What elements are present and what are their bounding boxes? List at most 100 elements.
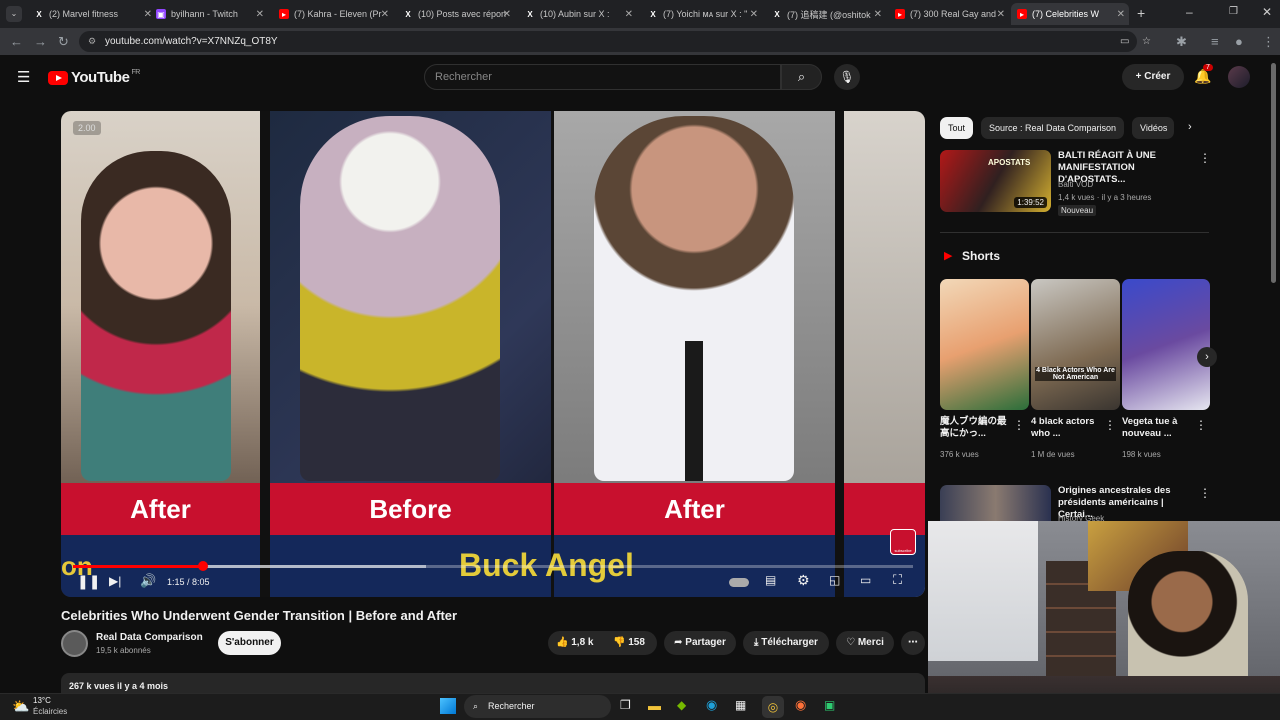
short-title[interactable]: 4 black actors who ...	[1031, 416, 1103, 440]
progress-scrubber[interactable]	[198, 561, 209, 571]
profile-avatar-icon[interactable]: ●	[1235, 34, 1243, 49]
firefox-icon[interactable]: ◉	[795, 697, 806, 713]
browser-tab[interactable]: X (2) Marvel fitness ✕	[28, 3, 156, 25]
short-title[interactable]: Vegeta tue à nouveau ...	[1122, 416, 1194, 440]
browser-tab[interactable]: ▣ byilhann - Twitch ✕	[150, 3, 268, 25]
browser-tab[interactable]: X (10) Aubin sur X : ✕	[519, 3, 637, 25]
autoplay-toggle[interactable]	[729, 578, 749, 587]
more-options-icon[interactable]: ⋮	[1013, 418, 1025, 432]
more-actions-button[interactable]: ⋯	[901, 631, 925, 655]
close-window-button[interactable]: ✕	[1262, 5, 1272, 19]
extensions-icon[interactable]: ✱	[1176, 34, 1187, 50]
search-input[interactable]: Rechercher	[424, 64, 781, 90]
more-options-icon[interactable]: ⋮	[1199, 486, 1211, 500]
next-button[interactable]: ▶|	[109, 574, 121, 588]
search-button[interactable]: ⌕	[781, 64, 822, 90]
tab-close-icon[interactable]: ✕	[503, 9, 511, 20]
minimize-button[interactable]: –	[1186, 5, 1193, 19]
region-code: FR	[131, 69, 140, 76]
tab-close-icon[interactable]: ✕	[1117, 9, 1125, 20]
browser-menu-icon[interactable]: ⋮	[1262, 34, 1275, 50]
back-button[interactable]: ←	[10, 34, 23, 49]
channel-name[interactable]: Real Data Comparison	[96, 632, 203, 643]
bookmark-star-icon[interactable]: ☆	[1142, 31, 1151, 52]
short-thumbnail-1[interactable]	[940, 279, 1029, 410]
chip-videos[interactable]: Vidéos	[1132, 117, 1174, 139]
subscribe-watermark[interactable]: subscribe	[890, 529, 916, 555]
start-windows-icon[interactable]	[440, 698, 456, 714]
tab-search-button[interactable]: ⌄	[6, 6, 22, 22]
theater-mode-icon[interactable]: ▭	[860, 573, 871, 587]
browser-tab[interactable]: X (7) 追稿建 (@oshitok ✕	[766, 3, 886, 25]
short-thumbnail-2[interactable]: 4 Black Actors Who Are Not American	[1031, 279, 1120, 410]
reload-button[interactable]: ↻	[58, 34, 69, 50]
site-info-icon[interactable]: ⚙	[88, 31, 96, 52]
subscribe-button[interactable]: S'abonner	[218, 631, 281, 655]
voice-search-button[interactable]: 🎙	[834, 64, 860, 90]
progress-bar[interactable]	[73, 561, 913, 571]
more-options-icon[interactable]: ⋮	[1104, 418, 1116, 432]
create-button[interactable]: + Créer	[1122, 64, 1184, 90]
store-icon[interactable]: ▦	[735, 698, 746, 712]
fullscreen-icon[interactable]: ⛶	[893, 572, 902, 588]
tab-close-icon[interactable]: ✕	[997, 9, 1005, 20]
browser-tab[interactable]: ▸ (7) Celebrities W ✕	[1011, 3, 1129, 25]
nvidia-icon[interactable]: ◆	[677, 698, 686, 712]
download-button[interactable]: ⤓ Télécharger	[743, 631, 829, 655]
taskbar-search[interactable]: ⌕ Rechercher	[464, 695, 611, 718]
share-button[interactable]: ➦ Partager	[664, 631, 736, 655]
browser-tab[interactable]: X (10) Posts avec répon ✕	[397, 3, 515, 25]
player-controls: ❚❚ ▶| 🔊 1:15 / 8:05 ▤ ⚙ ◱ ▭ ⛶	[61, 556, 925, 597]
chip-source[interactable]: Source : Real Data Comparison	[981, 117, 1125, 139]
logo-text: YouTube	[71, 69, 130, 86]
settings-gear-icon[interactable]: ⚙	[797, 572, 810, 589]
miniplayer-icon[interactable]: ◱	[829, 573, 840, 587]
task-view-icon[interactable]: ❐	[620, 698, 631, 712]
weather-icon[interactable]: ⛅	[12, 698, 29, 715]
file-explorer-icon[interactable]: ▬	[648, 698, 661, 713]
related-thumbnail[interactable]: APOSTATS 1:39:52	[940, 150, 1051, 212]
chips-next-icon[interactable]: ›	[1188, 121, 1192, 133]
account-avatar[interactable]	[1228, 66, 1250, 88]
dislike-button[interactable]: 👎 158	[613, 637, 645, 648]
subtitles-icon[interactable]: ▤	[765, 573, 776, 587]
address-bar[interactable]: ⚙ youtube.com/watch?v=X7NNZq_OT8Y ▭ ☆	[79, 31, 1151, 52]
thanks-button[interactable]: ♡ Merci	[836, 631, 894, 655]
tab-close-icon[interactable]: ✕	[256, 9, 264, 20]
short-title[interactable]: 魔人ブウ編の最高にかっ...	[940, 416, 1012, 440]
duration-badge: 1:39:52	[1014, 197, 1047, 208]
hamburger-menu-icon[interactable]: ☰	[17, 68, 30, 86]
thanks-heart-icon: ♡	[846, 637, 858, 648]
edge-icon[interactable]: ◉	[706, 697, 717, 713]
chip-all[interactable]: Tout	[940, 117, 974, 139]
forward-button[interactable]: →	[34, 34, 47, 49]
notifications-button[interactable]: 🔔 7	[1194, 64, 1213, 85]
youtube-logo[interactable]: YouTube FR	[48, 69, 140, 86]
more-options-icon[interactable]: ⋮	[1199, 151, 1211, 165]
tab-close-icon[interactable]: ✕	[874, 9, 882, 20]
pause-button[interactable]: ❚❚	[77, 573, 100, 590]
volume-icon[interactable]: 🔊	[140, 573, 156, 589]
like-button[interactable]: 👍 1,8 k	[556, 637, 593, 648]
page-scrollbar[interactable]	[1271, 63, 1276, 283]
install-app-icon[interactable]: ▭	[1120, 31, 1129, 52]
video-panel-3: After	[554, 111, 835, 597]
chrome-icon[interactable]: ◎	[762, 696, 784, 718]
maximize-button[interactable]: ❐	[1229, 6, 1238, 17]
gaming-app-icon[interactable]: ▣	[824, 698, 835, 712]
browser-tab[interactable]: ▸ (7) Kahra - Eleven (Pr ✕	[273, 3, 393, 25]
video-player[interactable]: 2.00 After on Before After Buck Angel su…	[61, 111, 925, 597]
short-thumbnail-3[interactable]	[1122, 279, 1210, 410]
tab-close-icon[interactable]: ✕	[750, 9, 758, 20]
shorts-next-icon[interactable]: ›	[1197, 347, 1217, 367]
media-controls-icon[interactable]: ≡	[1211, 34, 1219, 49]
browser-tab[interactable]: ▸ (7) 300 Real Gay and ✕	[889, 3, 1009, 25]
more-options-icon[interactable]: ⋮	[1195, 418, 1207, 432]
tab-close-icon[interactable]: ✕	[625, 9, 633, 20]
channel-avatar[interactable]	[61, 630, 88, 657]
youtube-icon: ▸	[1017, 9, 1027, 19]
browser-tab[interactable]: X (7) Yoichi ᴍᴀ sur X : " ✕	[642, 3, 762, 25]
description-box[interactable]	[61, 673, 925, 693]
tab-close-icon[interactable]: ✕	[381, 9, 389, 20]
new-tab-button[interactable]: +	[1137, 5, 1145, 21]
